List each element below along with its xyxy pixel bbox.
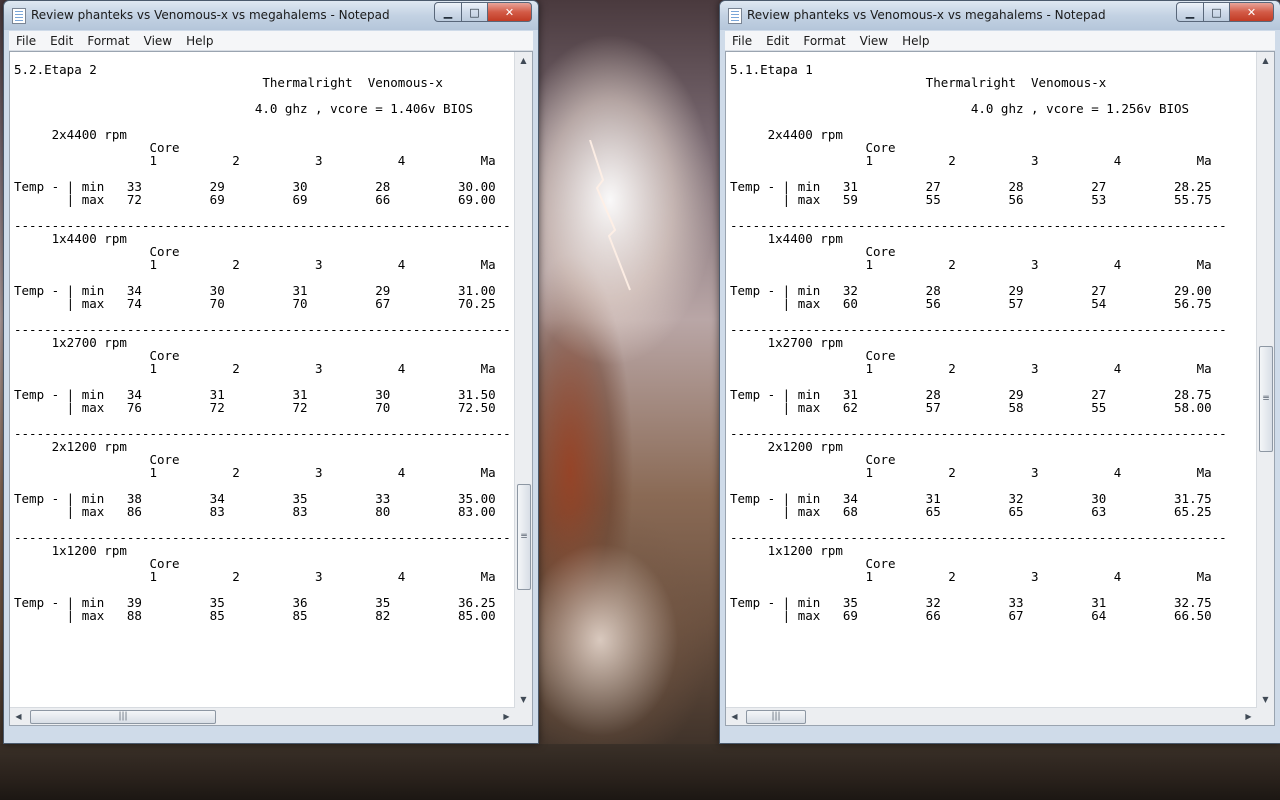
menu-format[interactable]: Format	[796, 34, 852, 48]
horizontal-scrollbar[interactable]: ◀ ||| ▶	[10, 707, 515, 725]
minimize-button[interactable]: ▁	[434, 2, 462, 22]
menu-file[interactable]: File	[725, 34, 759, 48]
close-icon: ✕	[1246, 5, 1257, 19]
menu-edit[interactable]: Edit	[43, 34, 80, 48]
scrollbar-corner	[1257, 708, 1274, 725]
title-bar[interactable]: Review phanteks vs Venomous-x vs megahal…	[720, 1, 1280, 30]
caption-buttons: ▁ □ ✕	[434, 2, 532, 22]
notepad-icon[interactable]	[728, 8, 742, 24]
scroll-right-icon[interactable]: ▶	[1240, 708, 1257, 725]
menu-help[interactable]: Help	[895, 34, 936, 48]
editor-area[interactable]: 5.1.Etapa 1 Thermalright Venomous-x 4.0 …	[725, 51, 1275, 726]
close-icon: ✕	[504, 5, 515, 19]
horizontal-scroll-thumb[interactable]: |||	[30, 710, 216, 724]
maximize-button[interactable]: □	[1203, 2, 1230, 22]
maximize-icon: □	[1211, 5, 1222, 19]
grip-icon: ≡	[1262, 393, 1270, 404]
notepad-window-right[interactable]: Review phanteks vs Venomous-x vs megahal…	[719, 0, 1280, 744]
menu-file[interactable]: File	[9, 34, 43, 48]
document-text[interactable]: 5.2.Etapa 2 Thermalright Venomous-x 4.0 …	[14, 63, 515, 622]
vertical-scrollbar[interactable]: ▲ ≡ ▼	[1256, 52, 1274, 708]
editor-area[interactable]: 5.2.Etapa 2 Thermalright Venomous-x 4.0 …	[9, 51, 533, 726]
caption-buttons: ▁ □ ✕	[1176, 2, 1274, 22]
scroll-up-icon[interactable]: ▲	[515, 52, 532, 69]
scroll-left-icon[interactable]: ◀	[726, 708, 743, 725]
title-bar[interactable]: Review phanteks vs Venomous-x vs megahal…	[4, 1, 538, 30]
horizontal-scrollbar[interactable]: ◀ ||| ▶	[726, 707, 1257, 725]
scroll-down-icon[interactable]: ▼	[1257, 691, 1274, 708]
menu-format[interactable]: Format	[80, 34, 136, 48]
menu-view[interactable]: View	[137, 34, 179, 48]
grip-icon: |||	[771, 711, 781, 722]
menu-view[interactable]: View	[853, 34, 895, 48]
lightning-graphic	[589, 140, 631, 291]
close-button[interactable]: ✕	[487, 2, 532, 22]
menu-bar: File Edit Format View Help	[9, 31, 533, 51]
maximize-button[interactable]: □	[461, 2, 488, 22]
window-title: Review phanteks vs Venomous-x vs megahal…	[747, 8, 1106, 22]
notepad-window-left[interactable]: Review phanteks vs Venomous-x vs megahal…	[3, 0, 539, 744]
scroll-right-icon[interactable]: ▶	[498, 708, 515, 725]
menu-edit[interactable]: Edit	[759, 34, 796, 48]
window-title: Review phanteks vs Venomous-x vs megahal…	[31, 8, 390, 22]
menu-help[interactable]: Help	[179, 34, 220, 48]
scrollbar-corner	[515, 708, 532, 725]
close-button[interactable]: ✕	[1229, 2, 1274, 22]
scroll-down-icon[interactable]: ▼	[515, 691, 532, 708]
horizontal-scroll-thumb[interactable]: |||	[746, 710, 806, 724]
scroll-left-icon[interactable]: ◀	[10, 708, 27, 725]
wallpaper-ground	[0, 744, 1280, 800]
vertical-scroll-thumb[interactable]: ≡	[517, 484, 531, 590]
minimize-icon: ▁	[443, 5, 453, 19]
vertical-scrollbar[interactable]: ▲ ≡ ▼	[514, 52, 532, 708]
minimize-icon: ▁	[1185, 5, 1195, 19]
document-text[interactable]: 5.1.Etapa 1 Thermalright Venomous-x 4.0 …	[730, 63, 1257, 622]
minimize-button[interactable]: ▁	[1176, 2, 1204, 22]
grip-icon: ≡	[520, 531, 528, 542]
text-area[interactable]: 5.1.Etapa 1 Thermalright Venomous-x 4.0 …	[726, 52, 1257, 708]
notepad-icon[interactable]	[12, 8, 26, 24]
grip-icon: |||	[118, 711, 128, 722]
menu-bar: File Edit Format View Help	[725, 31, 1275, 51]
maximize-icon: □	[469, 5, 480, 19]
text-area[interactable]: 5.2.Etapa 2 Thermalright Venomous-x 4.0 …	[10, 52, 515, 708]
scroll-up-icon[interactable]: ▲	[1257, 52, 1274, 69]
vertical-scroll-thumb[interactable]: ≡	[1259, 346, 1273, 452]
